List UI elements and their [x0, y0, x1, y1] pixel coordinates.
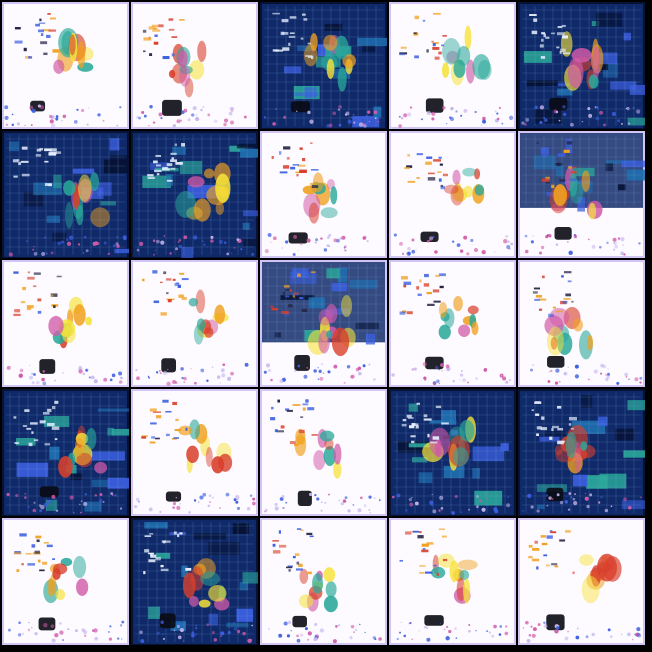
sample-tile	[2, 389, 129, 516]
sample-image	[2, 518, 129, 645]
sample-tile	[131, 389, 258, 516]
sample-image	[260, 260, 387, 387]
sample-tile	[260, 131, 387, 258]
sample-image	[389, 2, 516, 129]
sample-tile	[260, 389, 387, 516]
sample-image	[518, 389, 645, 516]
sample-image	[389, 518, 516, 645]
sample-image	[260, 131, 387, 258]
sample-image	[260, 389, 387, 516]
sample-tile	[389, 131, 516, 258]
sample-image	[131, 2, 258, 129]
sample-image	[2, 2, 129, 129]
sample-tile	[2, 2, 129, 129]
sample-tile	[260, 518, 387, 645]
sample-image	[518, 260, 645, 387]
sample-image	[2, 389, 129, 516]
sample-image	[518, 2, 645, 129]
sample-image	[518, 131, 645, 258]
sample-tile	[389, 518, 516, 645]
sample-image	[131, 389, 258, 516]
sample-image	[131, 131, 258, 258]
sample-tile	[260, 260, 387, 387]
sample-tile	[518, 2, 645, 129]
sample-tile	[131, 260, 258, 387]
sample-image	[260, 2, 387, 129]
sample-tile	[518, 389, 645, 516]
sample-tile	[2, 518, 129, 645]
sample-tile	[2, 131, 129, 258]
sample-tile	[131, 518, 258, 645]
sample-tile	[260, 2, 387, 129]
sample-tile	[2, 260, 129, 387]
sample-tile	[131, 2, 258, 129]
sample-image	[389, 131, 516, 258]
sample-image	[2, 131, 129, 258]
sample-image	[131, 518, 258, 645]
sample-image	[131, 260, 258, 387]
sample-tile	[518, 260, 645, 387]
sample-tile	[389, 389, 516, 516]
sample-tile	[131, 131, 258, 258]
sample-image	[518, 518, 645, 645]
sample-tile	[518, 131, 645, 258]
sample-image	[2, 260, 129, 387]
sample-image	[260, 518, 387, 645]
sample-tile	[518, 518, 645, 645]
sample-image	[389, 389, 516, 516]
generated-sample-grid	[0, 0, 652, 652]
sample-image	[389, 260, 516, 387]
sample-tile	[389, 2, 516, 129]
sample-tile	[389, 260, 516, 387]
